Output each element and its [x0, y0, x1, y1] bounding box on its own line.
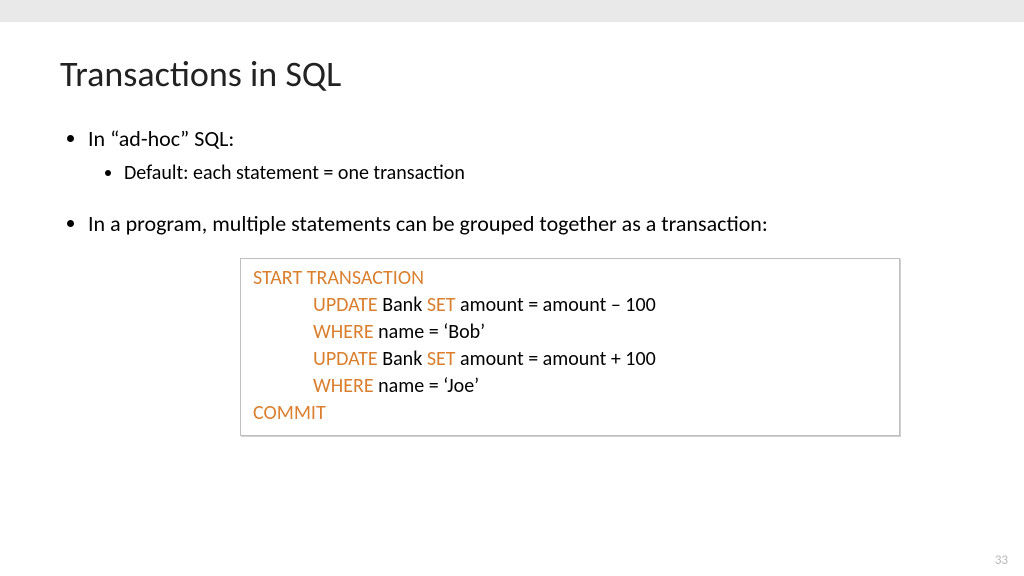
- bullet-list-level1: In “ad-hoc” SQL: Default: each statement…: [60, 124, 964, 238]
- window-top-bar: [0, 0, 1024, 22]
- code-line: WHERE name = ‘Joe’: [253, 373, 887, 400]
- keyword-where: WHERE: [313, 320, 374, 344]
- keyword-where: WHERE: [313, 374, 374, 398]
- page-number: 33: [995, 553, 1008, 568]
- code-text: amount = amount + 100: [456, 347, 656, 371]
- sql-code-box: START TRANSACTION UPDATE Bank SET amount…: [240, 258, 900, 436]
- keyword-update: UPDATE: [313, 293, 378, 317]
- slide-body: Transactions in SQL In “ad-hoc” SQL: Def…: [0, 22, 1024, 576]
- code-line: WHERE name = ‘Bob’: [253, 319, 887, 346]
- code-text: amount = amount – 100: [456, 293, 656, 317]
- bullet-item-adhoc: In “ad-hoc” SQL: Default: each statement…: [88, 124, 964, 187]
- code-line: UPDATE Bank SET amount = amount – 100: [253, 292, 887, 319]
- code-text: Bank: [378, 347, 427, 371]
- code-text: name = ‘Bob’: [374, 320, 485, 344]
- code-line: START TRANSACTION: [253, 265, 887, 292]
- bullet-list-level2: Default: each statement = one transactio…: [88, 160, 964, 187]
- keyword-update: UPDATE: [313, 347, 378, 371]
- code-line: UPDATE Bank SET amount = amount + 100: [253, 346, 887, 373]
- code-text: Bank: [378, 293, 427, 317]
- bullet-text: Default: each statement = one transactio…: [124, 161, 465, 185]
- slide-title: Transactions in SQL: [60, 52, 964, 96]
- keyword-set: SET: [427, 347, 456, 371]
- bullet-text: In “ad-hoc” SQL:: [88, 125, 234, 152]
- bullet-item-grouped: In a program, multiple statements can be…: [88, 209, 964, 239]
- keyword-start-transaction: START TRANSACTION: [253, 266, 424, 290]
- keyword-set: SET: [427, 293, 456, 317]
- bullet-text: In a program, multiple statements can be…: [88, 210, 768, 237]
- keyword-commit: COMMIT: [253, 401, 326, 425]
- code-line: COMMIT: [253, 400, 887, 427]
- code-text: name = ‘Joe’: [374, 374, 480, 398]
- bullet-item-default: Default: each statement = one transactio…: [124, 160, 964, 187]
